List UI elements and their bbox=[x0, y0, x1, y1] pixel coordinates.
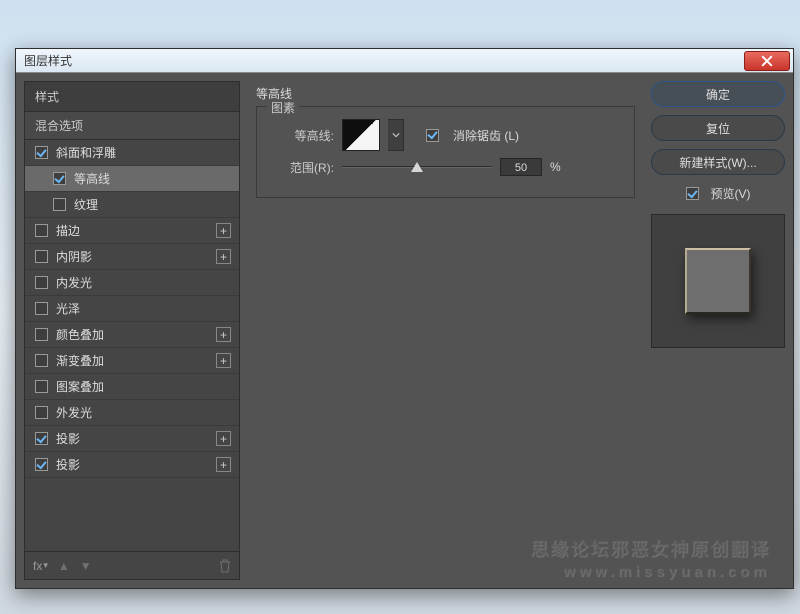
style-checkbox[interactable] bbox=[35, 432, 48, 445]
style-item-label: 图案叠加 bbox=[56, 378, 231, 395]
fieldset-legend: 图素 bbox=[267, 99, 299, 116]
style-checkbox[interactable] bbox=[53, 172, 66, 185]
add-effect-button[interactable]: + bbox=[216, 353, 231, 368]
panel-title: 等高线 bbox=[256, 85, 635, 102]
style-item[interactable]: 纹理 bbox=[25, 192, 239, 218]
style-item[interactable]: 内阴影+ bbox=[25, 244, 239, 270]
style-item[interactable]: 投影+ bbox=[25, 426, 239, 452]
style-item-label: 光泽 bbox=[56, 300, 231, 317]
trash-icon[interactable] bbox=[219, 559, 231, 573]
style-item[interactable]: 斜面和浮雕 bbox=[25, 140, 239, 166]
style-item-label: 纹理 bbox=[74, 196, 231, 213]
dialog-title: 图层样式 bbox=[24, 52, 744, 69]
add-effect-button[interactable]: + bbox=[216, 249, 231, 264]
add-effect-button[interactable]: + bbox=[216, 327, 231, 342]
range-slider[interactable] bbox=[342, 159, 492, 175]
style-item-label: 投影 bbox=[56, 456, 216, 473]
style-checkbox[interactable] bbox=[53, 198, 66, 211]
style-item-label: 等高线 bbox=[74, 170, 231, 187]
range-unit: % bbox=[550, 160, 561, 174]
style-checkbox[interactable] bbox=[35, 250, 48, 263]
sidebar-header: 样式 bbox=[25, 82, 239, 112]
style-checkbox[interactable] bbox=[35, 146, 48, 159]
contour-picker[interactable] bbox=[342, 119, 380, 151]
elements-fieldset: 图素 等高线: 消除锯齿 (L) 范围(R): 50 bbox=[256, 106, 635, 198]
ok-button[interactable]: 确定 bbox=[651, 81, 785, 107]
antialias-checkbox[interactable] bbox=[426, 129, 439, 142]
antialias-label: 消除锯齿 (L) bbox=[453, 127, 519, 144]
fx-menu-button[interactable]: fx▾ bbox=[33, 559, 48, 573]
sidebar-subheader[interactable]: 混合选项 bbox=[25, 112, 239, 140]
style-item-label: 投影 bbox=[56, 430, 216, 447]
contour-dropdown[interactable] bbox=[388, 119, 404, 151]
add-effect-button[interactable]: + bbox=[216, 457, 231, 472]
style-item[interactable]: 外发光 bbox=[25, 400, 239, 426]
style-item[interactable]: 渐变叠加+ bbox=[25, 348, 239, 374]
settings-panel: 等高线 图素 等高线: 消除锯齿 (L) 范围(R): bbox=[248, 81, 643, 580]
style-item[interactable]: 颜色叠加+ bbox=[25, 322, 239, 348]
style-item[interactable]: 等高线 bbox=[25, 166, 239, 192]
move-down-icon[interactable]: ▼ bbox=[80, 559, 92, 573]
style-item[interactable]: 图案叠加 bbox=[25, 374, 239, 400]
style-item-label: 颜色叠加 bbox=[56, 326, 216, 343]
styles-sidebar: 样式 混合选项 斜面和浮雕等高线纹理描边+内阴影+内发光光泽颜色叠加+渐变叠加+… bbox=[24, 81, 240, 580]
chevron-down-icon bbox=[392, 131, 400, 139]
add-effect-button[interactable]: + bbox=[216, 223, 231, 238]
action-column: 确定 复位 新建样式(W)... 预览(V) bbox=[651, 81, 785, 580]
style-list: 斜面和浮雕等高线纹理描边+内阴影+内发光光泽颜色叠加+渐变叠加+图案叠加外发光投… bbox=[25, 140, 239, 478]
preview-label: 预览(V) bbox=[711, 185, 751, 202]
cancel-button[interactable]: 复位 bbox=[651, 115, 785, 141]
new-style-button[interactable]: 新建样式(W)... bbox=[651, 149, 785, 175]
style-checkbox[interactable] bbox=[35, 458, 48, 471]
close-icon bbox=[761, 55, 773, 67]
style-item-label: 外发光 bbox=[56, 404, 231, 421]
range-input[interactable]: 50 bbox=[500, 158, 542, 176]
style-item-label: 描边 bbox=[56, 222, 216, 239]
style-checkbox[interactable] bbox=[35, 224, 48, 237]
style-item[interactable]: 光泽 bbox=[25, 296, 239, 322]
style-checkbox[interactable] bbox=[35, 328, 48, 341]
dialog-body: 样式 混合选项 斜面和浮雕等高线纹理描边+内阴影+内发光光泽颜色叠加+渐变叠加+… bbox=[16, 73, 793, 588]
style-checkbox[interactable] bbox=[35, 302, 48, 315]
close-button[interactable] bbox=[744, 51, 790, 71]
preview-swatch bbox=[685, 248, 751, 314]
style-checkbox[interactable] bbox=[35, 276, 48, 289]
add-effect-button[interactable]: + bbox=[216, 431, 231, 446]
titlebar: 图层样式 bbox=[16, 49, 793, 73]
layer-style-dialog: 图层样式 样式 混合选项 斜面和浮雕等高线纹理描边+内阴影+内发光光泽颜色叠加+… bbox=[15, 48, 794, 589]
sidebar-footer: fx▾ ▲ ▼ bbox=[25, 551, 239, 579]
style-item[interactable]: 描边+ bbox=[25, 218, 239, 244]
style-item[interactable]: 投影+ bbox=[25, 452, 239, 478]
style-checkbox[interactable] bbox=[35, 380, 48, 393]
style-item-label: 内阴影 bbox=[56, 248, 216, 265]
style-item-label: 内发光 bbox=[56, 274, 231, 291]
range-label: 范围(R): bbox=[269, 159, 334, 176]
style-checkbox[interactable] bbox=[35, 406, 48, 419]
preview-box bbox=[651, 214, 785, 348]
style-item[interactable]: 内发光 bbox=[25, 270, 239, 296]
contour-label: 等高线: bbox=[269, 127, 334, 144]
move-up-icon[interactable]: ▲ bbox=[58, 559, 70, 573]
preview-checkbox[interactable] bbox=[686, 187, 699, 200]
style-item-label: 渐变叠加 bbox=[56, 352, 216, 369]
style-checkbox[interactable] bbox=[35, 354, 48, 367]
style-item-label: 斜面和浮雕 bbox=[56, 144, 231, 161]
